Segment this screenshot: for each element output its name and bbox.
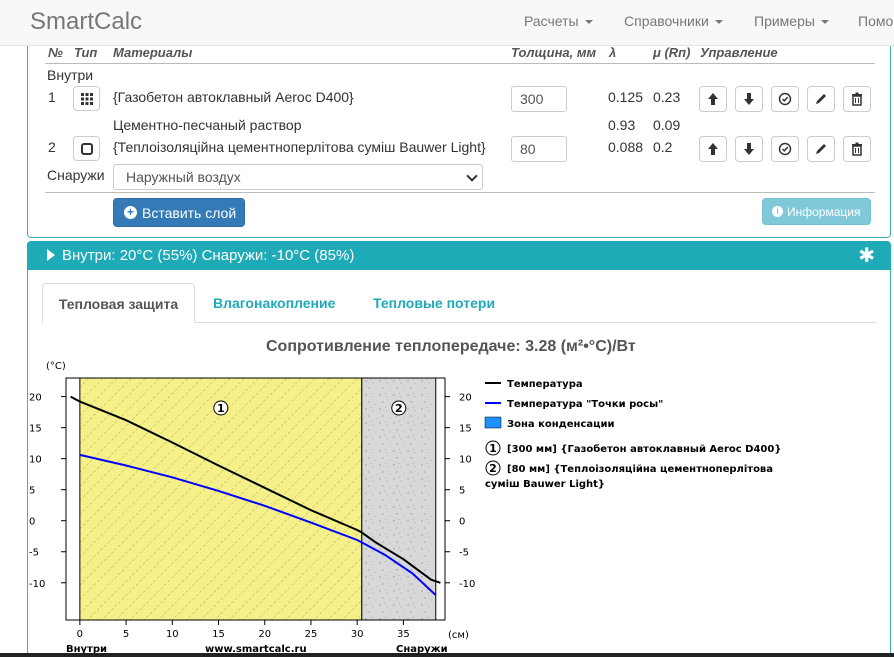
nav-references[interactable]: Справочники [624,13,723,29]
arrow-up-icon [708,93,718,105]
tab-heat-loss[interactable]: Тепловые потери [373,295,495,311]
outside-label: Снаружи [47,167,105,183]
row-1-material[interactable]: {Газобетон автоклавный Aeroc D400} [113,89,354,105]
move-down-button[interactable] [735,86,763,112]
col-header-thickness: Толщина, мм [511,45,597,60]
caret-down-icon [714,20,723,25]
arrow-down-icon [744,93,754,105]
outside-environment-select[interactable]: Наружный воздух [113,164,483,190]
row-2-mu: 0.2 [653,139,673,155]
navbar: SmartCalc Расчеты Справочники Примеры По… [0,0,894,46]
caret-down-icon [820,20,829,25]
inside-label: Внутри [47,67,94,83]
row-2-lambda: 0.088 [608,139,644,155]
footer-divider [45,192,875,193]
chevron-down-icon [466,170,478,182]
delete-button[interactable] [843,136,871,162]
tab-moisture[interactable]: Влагонакопление [213,295,335,311]
col-header-lambda: λ [609,45,617,60]
row-1b-lambda: 0.93 [608,117,636,133]
col-header-mu: μ (Rп) [653,45,691,60]
conditions-text: Внутри: 20°C (55%) Снаружи: -10°C (85%) [62,247,355,264]
edit-button[interactable] [807,136,835,162]
check-button[interactable] [771,86,799,112]
row-1b-material[interactable]: Цементно-песчаный раствор [113,117,302,133]
row-2-num: 2 [48,139,56,155]
col-header-type: Тип [74,45,98,60]
info-circle-icon: i [772,206,783,217]
move-up-button[interactable] [699,136,727,162]
info-button[interactable]: i Информация [762,198,871,225]
chart-title: Сопротивление теплопередаче: 3.28 (м²•°С… [266,338,636,355]
row-1-num: 1 [48,89,56,105]
nav-examples[interactable]: Примеры [754,13,829,29]
results-panel [27,270,891,657]
arrow-up-icon [708,143,718,155]
row-1-thickness-input[interactable]: 300 [511,86,567,112]
move-up-button[interactable] [699,86,727,112]
row-1b-mu: 0.09 [653,117,681,133]
grid-icon [80,92,93,105]
row-1-mu: 0.23 [653,89,681,105]
arrow-down-icon [744,143,754,155]
col-header-controls: Управление [700,45,778,60]
caret-down-icon [584,20,593,25]
pencil-icon [816,94,826,104]
square-icon [80,142,93,155]
nav-help[interactable]: Помо [858,13,893,29]
conditions-bar[interactable]: Внутри: 20°C (55%) Снаружи: -10°C (85%) … [27,241,891,270]
row-1-lambda: 0.125 [608,89,644,105]
trash-icon [852,92,862,106]
tab-thermal-protection[interactable]: Тепловая защита [42,283,195,323]
col-header-num: № [48,45,63,60]
edit-button[interactable] [807,86,835,112]
delete-button[interactable] [843,86,871,112]
caret-right-icon [47,249,55,261]
taskbar-strip [0,653,894,657]
header-divider [45,63,875,64]
row-2-material[interactable]: {Теплоізоляційна цементноперлітова суміш… [113,139,486,155]
trash-icon [852,142,862,156]
brand-logo[interactable]: SmartCalc [30,8,142,36]
row-2-thickness-input[interactable]: 80 [511,136,567,162]
check-circle-icon [778,142,792,156]
asterisk-icon[interactable]: ✱ [858,243,875,268]
pencil-icon [816,144,826,154]
move-down-button[interactable] [735,136,763,162]
plus-circle-icon: + [124,206,137,219]
insert-layer-button[interactable]: + Вставить слой [113,198,245,227]
check-button[interactable] [771,136,799,162]
layer-type-button[interactable] [73,86,100,111]
col-header-materials: Материалы [113,45,193,60]
nav-calculations[interactable]: Расчеты [524,13,593,29]
check-circle-icon [778,92,792,106]
layer-type-button[interactable] [73,136,100,161]
